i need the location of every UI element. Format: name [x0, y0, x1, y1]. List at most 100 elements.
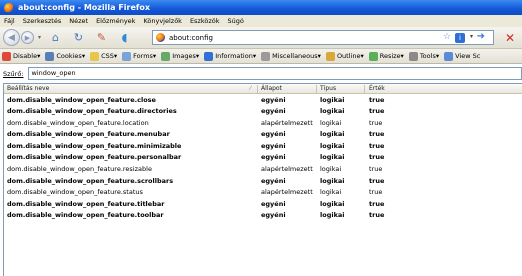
person-icon	[45, 51, 55, 61]
pref-value: true	[369, 165, 383, 174]
pref-name: dom.disable_window_open_feature.location	[7, 118, 149, 127]
devbar-item-resize[interactable]: Resize▾	[368, 51, 404, 61]
pref-name: dom.disable_window_open_feature.close	[7, 95, 156, 104]
pref-type: logikai	[320, 176, 345, 185]
devbar-item-label: Forms▾	[133, 52, 157, 60]
pref-name: dom.disable_window_open_feature.menubar	[7, 130, 170, 139]
forms-icon	[122, 51, 132, 61]
sort-indicator-icon: ⁄	[250, 85, 252, 92]
pref-type: logikai	[320, 118, 342, 127]
pref-name: dom.disable_window_open_feature.status	[7, 188, 143, 197]
table-row[interactable]: dom.disable_window_open_feature.toolbar e…	[4, 210, 522, 222]
pref-type: logikai	[320, 141, 345, 150]
no-entry-icon	[2, 51, 11, 61]
star-icon[interactable]: ☆	[443, 32, 451, 42]
devbar-item-label: Images▾	[172, 52, 200, 60]
firefox-logo-icon	[4, 2, 14, 13]
bookmark-icon: ◖	[121, 31, 128, 44]
column-header-value[interactable]: Érték	[369, 85, 385, 92]
column-divider[interactable]	[364, 85, 365, 93]
pref-status: egyéni	[261, 153, 286, 162]
forward-button[interactable]: ▶	[21, 31, 34, 44]
table-row[interactable]: dom.disable_window_open_feature.location…	[4, 117, 522, 129]
menu-history[interactable]: Előzmények	[96, 17, 135, 25]
devbar-item-info[interactable]: Information▾	[204, 51, 256, 61]
pref-value: true	[369, 188, 383, 197]
menu-bar: Fájl Szerkesztés Nézet Előzmények Könyvj…	[0, 15, 522, 27]
table-row[interactable]: dom.disable_window_open_feature.menubar e…	[4, 129, 522, 141]
column-header-status[interactable]: Állapot	[261, 85, 282, 92]
table-row[interactable]: dom.disable_window_open_feature.director…	[4, 106, 522, 118]
menu-tools[interactable]: Eszközök	[190, 17, 220, 25]
go-arrow-icon[interactable]: ➜	[477, 31, 485, 42]
pref-status: egyéni	[261, 107, 286, 116]
menu-bookmarks[interactable]: Könyvjelzők	[143, 17, 182, 25]
menu-file[interactable]: Fájl	[4, 17, 15, 25]
devbar-item-no-entry[interactable]: Disable▾	[2, 51, 41, 61]
devbar-item-label: Miscellaneous▾	[272, 52, 321, 60]
home-button[interactable]: ⌂	[48, 30, 63, 45]
wrench-icon	[408, 51, 418, 61]
devbar-item-label: Disable▾	[13, 52, 41, 60]
extension-button[interactable]: ✎	[94, 30, 109, 45]
pref-value: true	[369, 107, 385, 116]
url-text[interactable]: about:config	[169, 34, 213, 42]
back-arrow-icon: ◀	[8, 32, 15, 43]
table-row[interactable]: dom.disable_window_open_feature.status al…	[4, 187, 522, 199]
devbar-item-misc[interactable]: Miscellaneous▾	[261, 51, 321, 61]
devbar-item-css[interactable]: CSS▾	[90, 51, 118, 61]
devbar-item-label: Resize▾	[379, 52, 404, 60]
pref-value: true	[369, 95, 385, 104]
pref-value: true	[369, 211, 385, 220]
devbar-item-view-source[interactable]: View Sc	[444, 51, 480, 61]
stop-button[interactable]: ✕	[505, 31, 515, 45]
table-row[interactable]: dom.disable_window_open_feature.scrollba…	[4, 175, 522, 187]
url-dropdown-icon[interactable]: ▾	[470, 33, 473, 40]
menu-view[interactable]: Nézet	[69, 17, 88, 25]
table-row[interactable]: dom.disable_window_open_feature.titlebar…	[4, 198, 522, 210]
reload-icon: ↻	[73, 31, 84, 44]
feed-icon[interactable]: i	[455, 33, 465, 43]
devbar-item-pencil[interactable]: Outline▾	[325, 51, 364, 61]
table-row[interactable]: dom.disable_window_open_feature.resizabl…	[4, 164, 522, 176]
history-dropdown-icon[interactable]: ▾	[38, 34, 41, 41]
filter-label: Szűrő:	[3, 69, 24, 78]
tree-header: Beállítás neve ⁄ Állapot Típus Érték	[4, 84, 522, 94]
devbar-item-label: CSS▾	[101, 52, 118, 60]
pref-name: dom.disable_window_open_feature.resizabl…	[7, 165, 152, 174]
pref-status: alapértelmezett	[261, 165, 313, 174]
filter-input[interactable]: window_open	[27, 67, 522, 80]
pref-status: egyéni	[261, 141, 286, 150]
pref-name: dom.disable_window_open_feature.director…	[7, 107, 177, 116]
column-header-name[interactable]: Beállítás neve	[7, 85, 49, 92]
pref-type: logikai	[320, 188, 342, 197]
devbar-item-label: Cookies▾	[56, 52, 86, 60]
column-divider[interactable]	[257, 85, 258, 93]
column-divider[interactable]	[316, 85, 317, 93]
table-row[interactable]: dom.disable_window_open_feature.personal…	[4, 152, 522, 164]
pref-name: dom.disable_window_open_feature.personal…	[7, 153, 182, 162]
pref-status: alapértelmezett	[261, 118, 313, 127]
pref-status: egyéni	[261, 211, 286, 220]
preferences-tree: Beállítás neve ⁄ Állapot Típus Érték dom…	[3, 83, 522, 276]
menu-help[interactable]: Súgó	[228, 17, 244, 25]
table-row[interactable]: dom.disable_window_open_feature.minimiza…	[4, 140, 522, 152]
devbar-item-wrench[interactable]: Tools▾	[408, 51, 439, 61]
bookmark-button[interactable]: ◖	[117, 30, 132, 45]
resize-icon	[368, 51, 378, 61]
devbar-item-person[interactable]: Cookies▾	[45, 51, 86, 61]
back-button[interactable]: ◀	[3, 29, 20, 46]
table-row[interactable]: dom.disable_window_open_feature.close egy…	[4, 94, 522, 106]
pref-value: true	[369, 118, 383, 127]
web-developer-toolbar: Disable▾ Cookies▾ CSS▾ Forms▾ Images▾ Informa…	[0, 49, 522, 64]
menu-edit[interactable]: Szerkesztés	[23, 17, 61, 25]
pref-value: true	[369, 153, 385, 162]
pref-status: alapértelmezett	[261, 188, 313, 197]
images-icon	[161, 51, 171, 61]
reload-button[interactable]: ↻	[71, 30, 86, 45]
devbar-item-images[interactable]: Images▾	[161, 51, 200, 61]
url-bar[interactable]: about:config ☆ i ▾ ➜	[152, 30, 494, 45]
devbar-item-forms[interactable]: Forms▾	[122, 51, 157, 61]
wrench-icon: ✎	[96, 31, 107, 44]
column-header-type[interactable]: Típus	[320, 85, 336, 92]
